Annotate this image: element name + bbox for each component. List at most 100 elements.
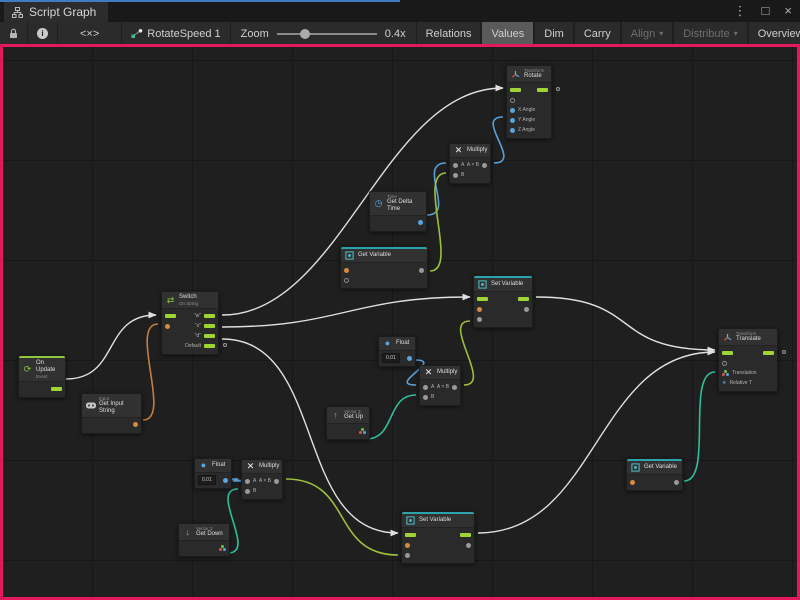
node-multiply-bottom[interactable]: ✕MultiplyAA × BB [241, 459, 283, 500]
wire-flow[interactable] [222, 339, 398, 533]
dot-port[interactable] [344, 268, 349, 273]
node-multiply-center[interactable]: ✕MultiplyAA × BB [419, 365, 461, 406]
dot-port[interactable] [418, 220, 423, 225]
vec-port[interactable] [219, 545, 226, 551]
toolbar-button-relations[interactable]: Relations [416, 22, 482, 45]
node-get-delta-time[interactable]: ◷TimeGet Delta Time [369, 191, 427, 232]
port-label: Relative T [729, 380, 751, 386]
dot-port[interactable] [510, 108, 515, 113]
node-get-variable-right[interactable]: Get Variable [626, 458, 683, 491]
fit-view-button[interactable]: <×> [58, 22, 122, 45]
dot-port[interactable] [674, 480, 679, 485]
dot-port[interactable] [482, 163, 487, 168]
toolbar-button-align[interactable]: Align▾ [621, 22, 673, 45]
flow-port[interactable] [51, 387, 62, 391]
info-button[interactable]: i [28, 22, 58, 45]
close-button[interactable]: × [784, 3, 792, 19]
node-get-variable-top[interactable]: Get Variable [340, 246, 428, 289]
dot-port[interactable] [274, 479, 279, 484]
node-multiply-top[interactable]: ✕MultiplyAA × BB [449, 143, 491, 184]
node-vector3-get-down[interactable]: ↓Vector 3Get Down [178, 523, 230, 557]
dot-port[interactable] [466, 543, 471, 548]
node-float-bottom[interactable]: ●Float0.01 [194, 458, 232, 489]
dot-port[interactable] [423, 385, 428, 390]
dot-port[interactable] [419, 268, 424, 273]
wire-value[interactable] [461, 321, 474, 385]
wire-value[interactable] [286, 479, 398, 555]
node-on-update[interactable]: ⟳On UpdateEvent [18, 355, 66, 398]
toolbar-button-overview[interactable]: Overview [748, 22, 800, 45]
node-set-variable-center[interactable]: Set Variable [473, 275, 533, 328]
flow-port[interactable] [204, 314, 215, 318]
flow-port[interactable] [460, 533, 471, 537]
flow-port[interactable] [722, 351, 733, 355]
graph-canvas[interactable]: ⟳On UpdateEvent InputGet Input String ⇄Swi… [0, 44, 800, 600]
dot-port[interactable] [477, 307, 482, 312]
maximize-button[interactable]: □ [762, 3, 770, 19]
dot-port[interactable] [407, 356, 412, 361]
window-menu-button[interactable]: ⋮ [734, 3, 747, 19]
value-input[interactable]: 0.01 [382, 353, 400, 363]
dot-port[interactable] [453, 173, 458, 178]
flow-port[interactable] [165, 314, 176, 318]
vec-port[interactable] [722, 370, 729, 376]
flow-port[interactable] [204, 324, 215, 328]
flow-port[interactable] [477, 297, 488, 301]
node-body [179, 540, 229, 556]
value-input[interactable]: 0.01 [198, 475, 216, 485]
flow-port[interactable] [204, 344, 215, 348]
node-transform-rotate[interactable]: TransformRotateX AngleY AngleZ Angle [506, 65, 552, 139]
hollow-port[interactable] [510, 98, 515, 103]
tab-script-graph[interactable]: Script Graph [4, 2, 108, 22]
node-switch-on-string[interactable]: ⇄SwitchOn String"w""s""d"Default [161, 291, 219, 355]
flow-port[interactable] [510, 88, 521, 92]
dot-port[interactable] [245, 479, 250, 484]
wire-value[interactable] [143, 324, 158, 420]
dot-port[interactable] [524, 307, 529, 312]
dot-port[interactable] [245, 489, 250, 494]
flow-port[interactable] [537, 88, 548, 92]
wire-value[interactable] [430, 173, 446, 271]
dot-port[interactable] [630, 480, 635, 485]
node-float-center[interactable]: ●Float0.01 [378, 336, 416, 367]
dot-port[interactable] [423, 395, 428, 400]
toolbar-button-values[interactable]: Values [481, 22, 534, 45]
flow-port[interactable] [405, 533, 416, 537]
node-transform-translate[interactable]: TransformTranslateTranslation★Relative T [718, 328, 778, 392]
lock-button[interactable] [0, 22, 28, 45]
node-vector3-get-up[interactable]: ↑Vector 3Get Up [326, 406, 370, 440]
dot-port[interactable] [453, 163, 458, 168]
dot-port[interactable] [452, 385, 457, 390]
zoom-slider[interactable] [277, 28, 377, 40]
wire-value[interactable] [493, 117, 504, 163]
hollow-port[interactable] [722, 361, 727, 366]
node-set-variable-bottom[interactable]: Set Variable [401, 511, 475, 564]
dot-port[interactable] [510, 128, 515, 133]
hollow-port[interactable] [344, 278, 349, 283]
dot-port[interactable] [133, 422, 138, 427]
dot-port[interactable] [223, 478, 228, 483]
vec-port[interactable] [359, 428, 366, 434]
toolbar-button-dim[interactable]: Dim [534, 22, 574, 45]
breadcrumb[interactable]: RotateSpeed 1 [122, 22, 230, 45]
flow-port[interactable] [204, 334, 215, 338]
dot-port[interactable] [510, 118, 515, 123]
wire-value[interactable] [684, 372, 715, 481]
zoom-slider-thumb[interactable] [300, 29, 310, 39]
star-port[interactable]: ★ [722, 381, 726, 386]
wire-value[interactable] [366, 395, 416, 439]
dot-port[interactable] [405, 553, 410, 558]
toolbar-button-distribute[interactable]: Distribute▾ [673, 22, 747, 45]
wire-flow[interactable] [66, 315, 156, 379]
flow-port[interactable] [518, 297, 529, 301]
dot-port[interactable] [165, 324, 170, 329]
dot-port[interactable] [405, 543, 410, 548]
port-label: "s" [195, 323, 201, 329]
dot-port[interactable] [477, 317, 482, 322]
toolbar-button-carry[interactable]: Carry [574, 22, 621, 45]
wire-flow[interactable] [478, 352, 715, 533]
wire-flow[interactable] [222, 297, 470, 327]
flow-port[interactable] [763, 351, 774, 355]
node-get-input-string[interactable]: InputGet Input String [81, 393, 142, 434]
wire-flow[interactable] [536, 297, 715, 350]
